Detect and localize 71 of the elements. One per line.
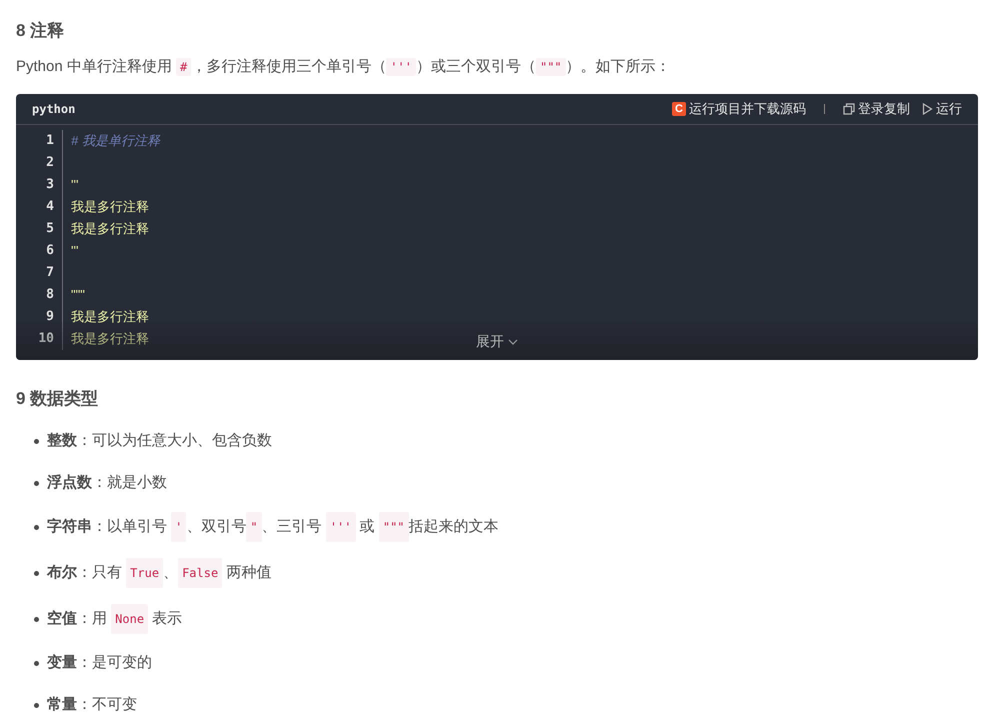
logo-icon: C [672,102,686,116]
item-text: ：以单引号 [92,517,168,537]
inline-code: ''' [326,512,356,542]
inline-code: True [126,558,164,588]
term-label: 字符串 [47,517,92,537]
section-heading: 9 数据类型 [16,388,100,410]
play-icon [922,103,933,115]
item-text: 或 [358,517,376,537]
line-number: 5 [16,218,63,240]
term-label: 布尔 [47,563,77,583]
inline-code: ''' [386,58,416,76]
copy-icon [843,103,855,115]
bullet-icon [34,438,39,444]
line-number: 3 [16,174,63,196]
code-line: """ [70,286,85,304]
item-text: 括起来的文本 [408,517,499,537]
code-line: 我是多行注释 [70,198,149,216]
paragraph-text: Python 中单行注释使用 [16,58,173,75]
term-label: 变量 [47,653,77,673]
term-label: 整数 [47,431,77,451]
code-line: ''' [70,176,78,194]
item-text: 、三引号 [262,517,323,537]
term-label: 空值 [47,609,77,629]
line-number: 7 [16,262,63,284]
item-text: ：用 [77,609,108,629]
copy-button[interactable]: 登录复制 [843,100,910,118]
inline-code: None [111,604,148,634]
line-number: 8 [16,284,63,306]
bullet-icon [34,524,39,530]
item-text: 表示 [151,609,182,629]
line-number: 1 [16,130,63,152]
term-label: 浮点数 [47,473,92,493]
chevron-down-icon [508,339,518,345]
line-number: 10 [16,328,63,350]
inline-code: " [246,512,262,542]
language-label: python [32,102,76,116]
bullet-icon [34,616,39,622]
code-line: 我是多行注释 [70,220,149,238]
paragraph-text: ）或三个双引号（ [416,58,536,75]
item-text: ：可以为任意大小、包含负数 [77,431,272,451]
code-comment: # 我是单行注释 [70,132,160,150]
item-text: ：是可变的 [77,653,152,673]
expand-button[interactable]: 展开 [476,333,518,360]
item-text: ：就是小数 [92,473,167,493]
line-number: 6 [16,240,63,262]
run-button[interactable]: 运行 [922,100,962,118]
item-text: ：只有 [77,563,123,583]
inline-code: # [176,58,192,76]
inline-code: ' [171,512,186,542]
bullet-icon [34,660,39,666]
section-heading: 8 注释 [16,20,66,42]
inline-code: """ [536,58,566,76]
inline-code: False [178,558,222,588]
code-line: 我是多行注释 [70,308,149,326]
item-text: 两种值 [225,563,272,583]
code-line: 我是多行注释 [70,330,149,348]
line-number: 9 [16,306,63,328]
download-button[interactable]: C 运行项目并下载源码 [672,100,806,118]
item-text: ：不可变 [77,695,137,715]
inline-code: """ [378,512,409,542]
item-text: 、 [163,563,178,583]
paragraph-text: ，多行注释使用三个单引号（ [191,58,386,75]
code-line: ''' [70,242,78,260]
line-number: 2 [16,152,63,174]
paragraph-text: ）。如下所示： [566,58,671,75]
bullet-icon [34,570,39,576]
bullet-icon [34,702,39,708]
item-text: 、双引号 [186,517,246,537]
term-label: 常量 [47,695,77,715]
bullet-icon [34,480,39,486]
line-number: 4 [16,196,63,218]
